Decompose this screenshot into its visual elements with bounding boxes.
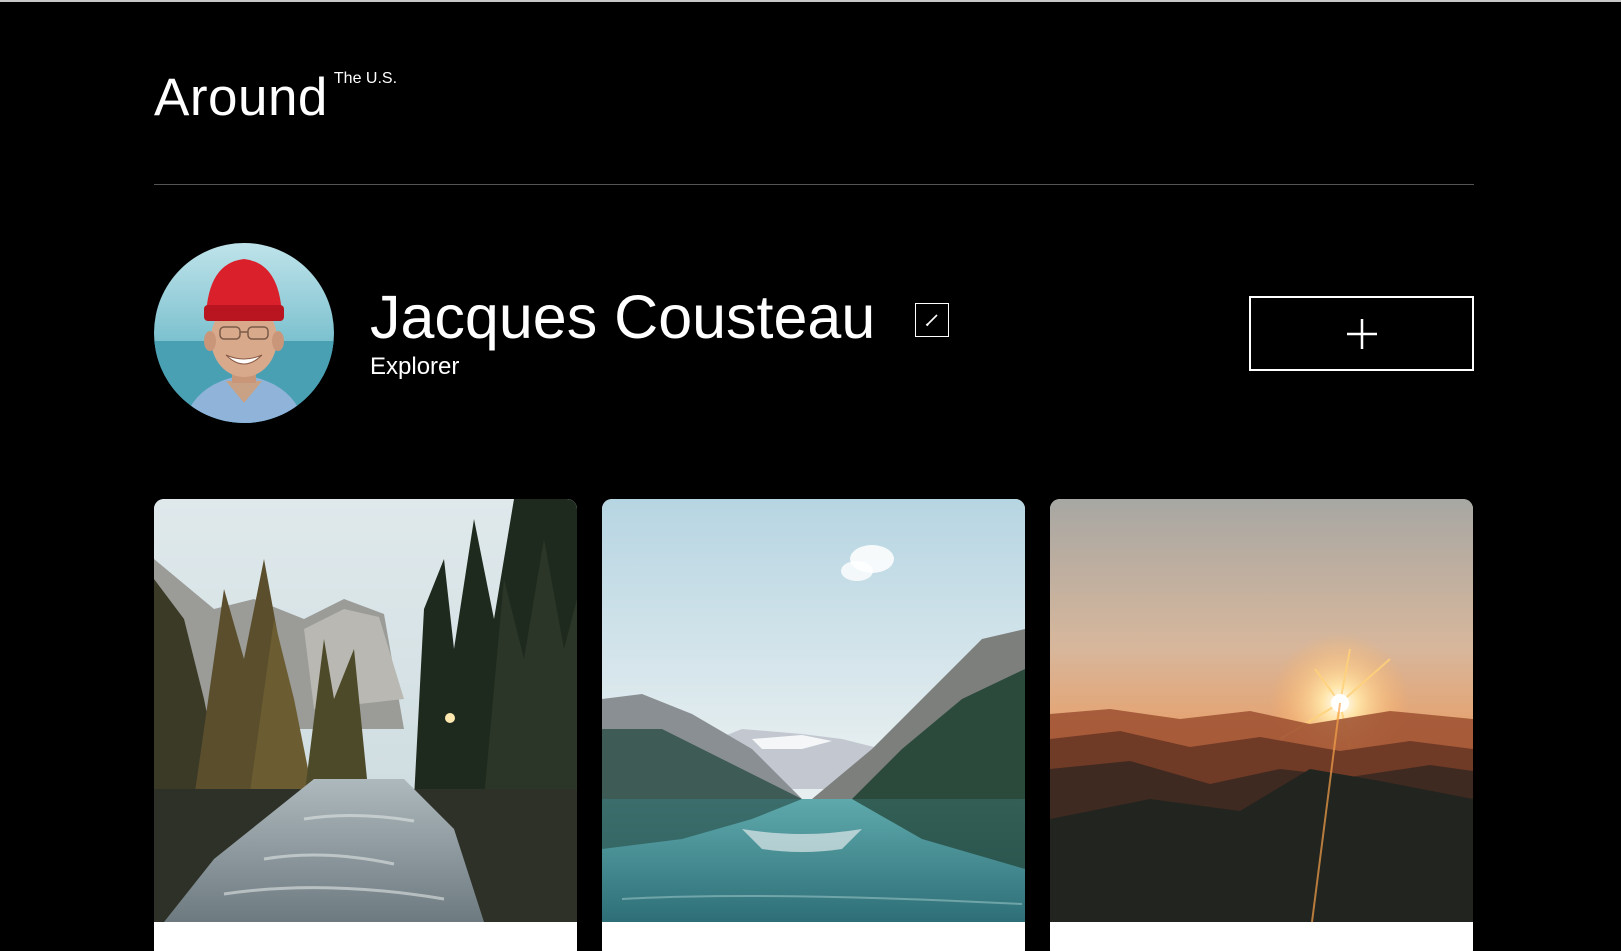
- header: Around The U.S.: [154, 62, 1474, 185]
- card-footer: [602, 922, 1025, 951]
- avatar-image: [154, 243, 334, 423]
- profile: Jacques Cousteau Explorer: [154, 243, 1474, 425]
- card: [1050, 499, 1473, 951]
- forest-river-image: [154, 499, 577, 922]
- profile-job: Explorer: [370, 353, 460, 380]
- card-image[interactable]: [602, 499, 1025, 922]
- plus-icon: [1346, 318, 1377, 349]
- mountain-lake-image: [602, 499, 1025, 922]
- card-image[interactable]: [154, 499, 577, 922]
- edit-profile-button[interactable]: [915, 303, 950, 337]
- card: [602, 499, 1025, 951]
- logo-main-text: Around: [154, 68, 328, 127]
- logo: Around The U.S.: [154, 68, 397, 128]
- card-image[interactable]: [1050, 499, 1473, 922]
- name-row: Jacques Cousteau: [370, 283, 950, 351]
- mountain-sunset-image: [1050, 499, 1473, 922]
- card-footer: [154, 922, 577, 951]
- add-place-button[interactable]: [1249, 296, 1474, 371]
- card-footer: [1050, 922, 1473, 951]
- pencil-icon: [926, 314, 938, 327]
- avatar[interactable]: [154, 243, 334, 423]
- card: [154, 499, 577, 951]
- profile-info: Jacques Cousteau Explorer: [370, 283, 950, 381]
- page: Around The U.S. Jacques Cousteau Explore…: [0, 0, 1621, 951]
- logo-superscript-text: The U.S.: [333, 70, 398, 87]
- cards-grid: [154, 499, 1474, 951]
- profile-name: Jacques Cousteau: [370, 283, 876, 351]
